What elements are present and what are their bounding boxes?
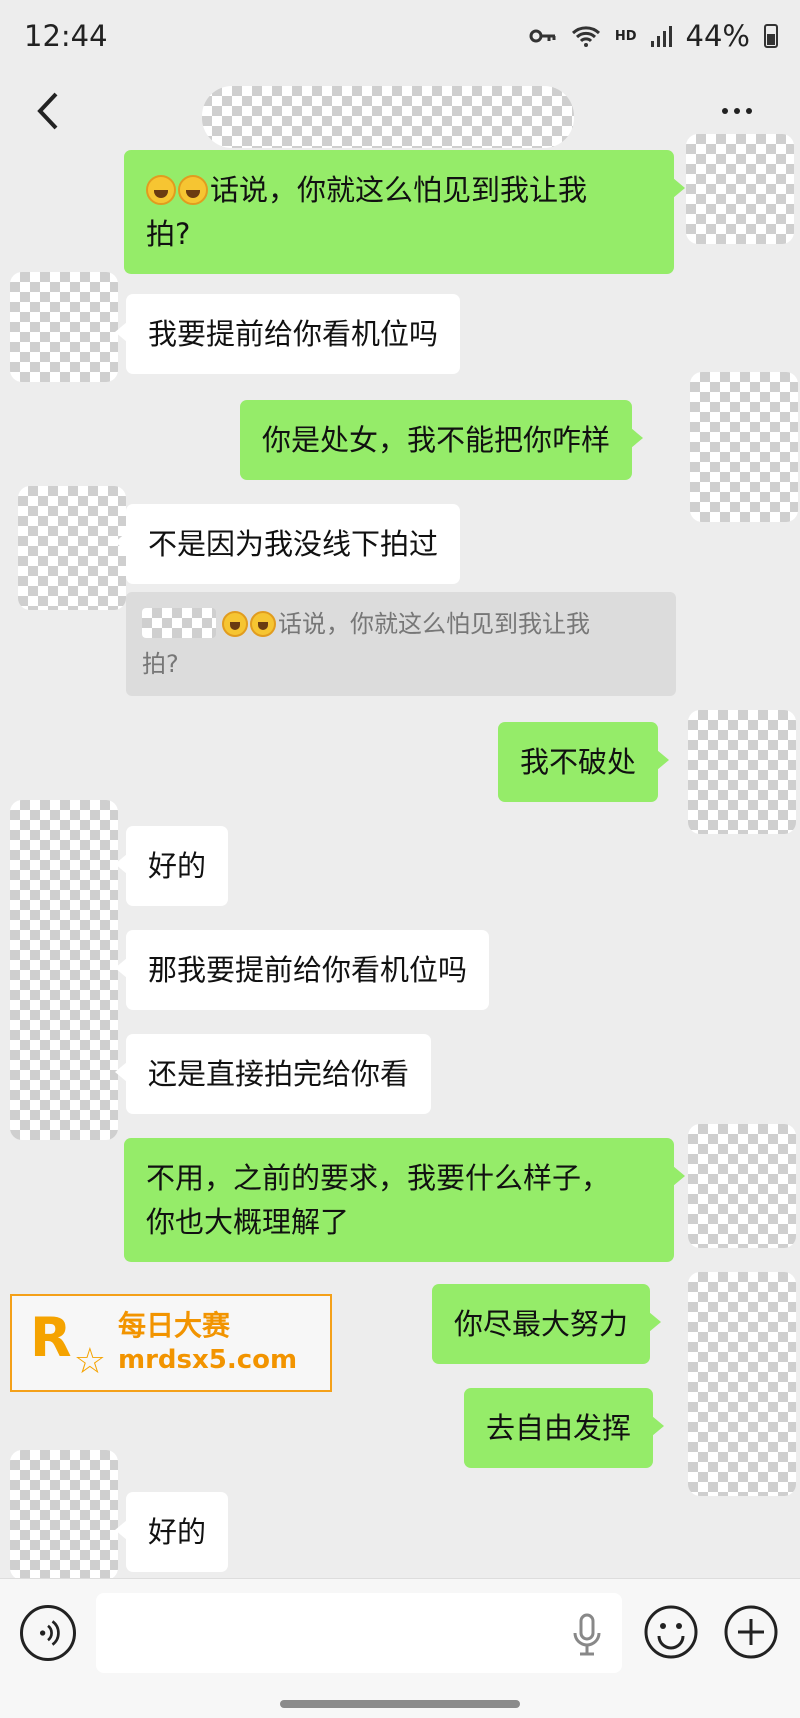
battery-percent: 44%: [685, 19, 750, 53]
message-bubble-them[interactable]: 好的: [114, 1492, 229, 1572]
mic-icon[interactable]: [572, 1613, 602, 1657]
message-text: 好的: [148, 849, 207, 883]
message-bubble-me[interactable]: 话说，你就这么怕见到我让我 拍?: [124, 150, 685, 274]
network-type: HD: [614, 28, 637, 44]
laughing-emoji-icon: [146, 175, 176, 205]
watermark-text: 每日大赛 mrdsx5.com: [118, 1309, 297, 1377]
chat-screen: 12:44 HD 44% 话说，你就这么怕见到我让我 拍? 我要提前给你看机位吗…: [0, 0, 800, 1718]
my-avatar[interactable]: [688, 1124, 796, 1248]
quoted-message[interactable]: 话说，你就这么怕见到我让我 拍?: [126, 592, 676, 696]
message-text: 好的: [148, 1515, 207, 1549]
voice-icon[interactable]: [20, 1605, 76, 1661]
watermark-url: mrdsx5.com: [118, 1345, 298, 1375]
watermark-name: 每日大赛: [118, 1309, 231, 1342]
back-icon[interactable]: [28, 86, 68, 136]
emoji-icon[interactable]: [642, 1603, 700, 1661]
my-avatar[interactable]: [690, 372, 798, 522]
status-bar: 12:44 HD 44%: [0, 0, 800, 72]
watermark-logo-letter: R: [30, 1306, 72, 1369]
message-text: 你是处女，我不能把你咋样: [262, 423, 611, 457]
message-text: 你尽最大努力: [454, 1307, 629, 1341]
more-options-icon[interactable]: [712, 96, 762, 126]
message-text: 不用，之前的要求，我要什么样子， 你也大概理解了: [146, 1161, 611, 1239]
message-text: 还是直接拍完给你看: [148, 1057, 410, 1091]
message-text: 去自由发挥: [486, 1411, 632, 1445]
message-bubble-me[interactable]: 不用，之前的要求，我要什么样子， 你也大概理解了: [124, 1138, 685, 1262]
quote-line-2: 拍?: [142, 650, 179, 678]
chat-header: [0, 72, 800, 152]
message-text: 我要提前给你看机位吗: [148, 317, 439, 351]
message-text: 话说，你就这么怕见到我让我 拍?: [146, 173, 588, 251]
input-bar: [0, 1578, 800, 1718]
quote-line-1: 话说，你就这么怕见到我让我: [278, 610, 590, 638]
plus-icon[interactable]: [722, 1603, 780, 1661]
message-bubble-me[interactable]: 你尽最大努力: [432, 1284, 662, 1364]
message-bubble-me[interactable]: 我不破处: [498, 722, 670, 802]
message-bubble-them[interactable]: 那我要提前给你看机位吗: [114, 930, 490, 1010]
laughing-emoji-icon: [178, 175, 208, 205]
signal-icon: [650, 25, 672, 47]
my-avatar[interactable]: [688, 1272, 796, 1496]
status-time: 12:44: [24, 19, 108, 53]
my-avatar[interactable]: [686, 134, 794, 244]
message-text: 不是因为我没线下拍过: [148, 527, 439, 561]
status-icons: HD 44%: [529, 19, 778, 53]
contact-avatar[interactable]: [10, 272, 118, 382]
contact-name-redacted: [202, 86, 574, 148]
contact-avatar[interactable]: [10, 800, 118, 1140]
message-bubble-them[interactable]: 还是直接拍完给你看: [114, 1034, 432, 1114]
message-bubble-them[interactable]: 好的: [114, 826, 229, 906]
message-text: 我不破处: [520, 745, 637, 779]
contact-avatar[interactable]: [18, 486, 126, 610]
watermark-logo: R ☆: [30, 1306, 106, 1383]
message-bubble-them[interactable]: 不是因为我没线下拍过: [114, 504, 461, 584]
laughing-emoji-icon: [222, 611, 248, 637]
message-input[interactable]: [96, 1593, 622, 1673]
star-icon: ☆: [73, 1341, 106, 1382]
message-text: 那我要提前给你看机位吗: [148, 953, 468, 987]
battery-icon: [764, 24, 778, 48]
home-indicator[interactable]: [280, 1700, 520, 1708]
message-bubble-me[interactable]: 去自由发挥: [464, 1388, 665, 1468]
watermark-banner: R ☆ 每日大赛 mrdsx5.com: [10, 1294, 332, 1392]
quoted-sender-redacted: [142, 608, 216, 638]
my-avatar[interactable]: [688, 710, 796, 834]
contact-avatar[interactable]: [10, 1450, 118, 1580]
message-bubble-me[interactable]: 你是处女，我不能把你咋样: [240, 400, 644, 480]
laughing-emoji-icon: [250, 611, 276, 637]
message-bubble-them[interactable]: 我要提前给你看机位吗: [114, 294, 461, 374]
key-icon: [529, 29, 556, 43]
wifi-icon: [571, 26, 600, 47]
